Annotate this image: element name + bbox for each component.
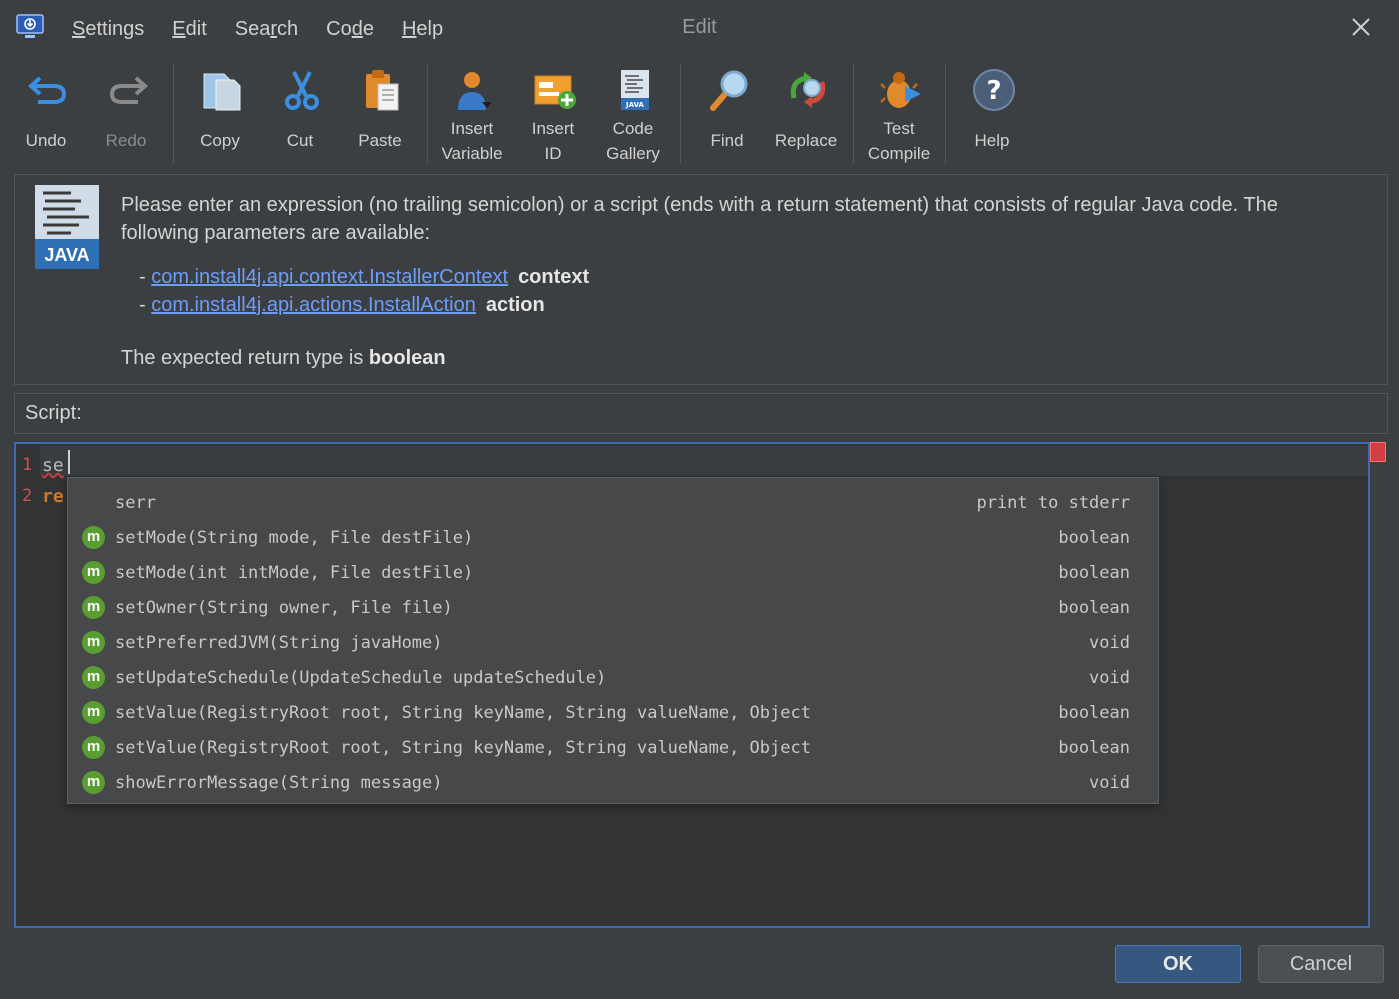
menu-edit[interactable]: Edit [172, 16, 206, 42]
method-icon: m [82, 736, 105, 759]
find-button[interactable]: Find [687, 62, 767, 170]
menu-settings[interactable]: Settings [72, 16, 144, 42]
code-text[interactable]: se re [42, 450, 64, 512]
insert-id-button[interactable]: Insert ID [513, 62, 593, 170]
line-number-gutter: 1 2 [22, 455, 33, 506]
action-type-link[interactable]: com.install4j.api.actions.InstallAction [151, 294, 476, 316]
completion-item[interactable]: m setMode(int intMode, File destFile) bo… [68, 556, 1158, 591]
completion-item[interactable]: m setUpdateSchedule(UpdateSchedule updat… [68, 661, 1158, 696]
menu-code[interactable]: Code [326, 16, 374, 42]
toolbar-separator [945, 64, 946, 164]
menu-bar: Settings Edit Search Code Help [72, 16, 471, 42]
user-variable-icon [458, 72, 492, 110]
code-completion-popup[interactable]: serr print to stderr m setMode(String mo… [67, 477, 1159, 804]
cut-button[interactable]: Cut [260, 62, 340, 170]
test-compile-button[interactable]: Test Compile [859, 62, 939, 170]
scissors-icon [285, 71, 319, 110]
parameter-action: - com.install4j.api.actions.InstallActio… [139, 294, 545, 316]
toolbar-separator [853, 64, 854, 164]
completion-item[interactable]: m setPreferredJVM(String javaHome) void [68, 626, 1158, 661]
text-caret [68, 450, 70, 474]
method-icon: m [82, 526, 105, 549]
code-gallery-button[interactable]: JAVA Code Gallery [593, 62, 673, 170]
bug-icon [880, 72, 921, 108]
magnifier-icon [710, 70, 748, 111]
undo-icon [27, 76, 67, 104]
completion-item[interactable]: m setMode(String mode, File destFile) bo… [68, 521, 1158, 556]
paste-button[interactable]: Paste [340, 62, 420, 170]
toolbar-separator [173, 64, 174, 164]
java-logo-icon: JAVA [35, 185, 99, 269]
instructions-text: Please enter an expression (no trailing … [121, 194, 1278, 244]
context-type-link[interactable]: com.install4j.api.context.InstallerConte… [151, 266, 508, 288]
replace-icon [790, 72, 826, 108]
code-line-2[interactable]: re [42, 486, 64, 507]
method-icon: m [82, 771, 105, 794]
completion-item[interactable]: m setValue(RegistryRoot root, String key… [68, 731, 1158, 766]
menu-help[interactable]: Help [402, 16, 443, 42]
redo-icon [109, 76, 149, 104]
current-line-highlight [40, 446, 1368, 476]
help-icon: ? [973, 69, 1015, 111]
parameters-list: - com.install4j.api.context.InstallerCon… [139, 263, 589, 319]
parameter-context: - com.install4j.api.context.InstallerCon… [139, 266, 590, 288]
insert-id-icon [534, 75, 576, 109]
code-line-1[interactable]: se [42, 455, 64, 476]
completion-item[interactable]: serr print to stderr [68, 486, 1158, 521]
script-label-bar: Script: [14, 393, 1388, 434]
title-bar: Settings Edit Search Code Help Edit [0, 0, 1399, 56]
script-label: Script: [25, 402, 82, 424]
completion-item[interactable]: m setOwner(String owner, File file) bool… [68, 591, 1158, 626]
insert-variable-button[interactable]: Insert Variable [432, 62, 512, 170]
redo-button[interactable]: Redo [86, 62, 166, 170]
toolbar-separator [680, 64, 681, 164]
java-file-icon: JAVA [621, 70, 649, 110]
undo-button[interactable]: Undo [6, 62, 86, 170]
menu-search[interactable]: Search [235, 16, 298, 42]
error-marker[interactable] [1370, 442, 1386, 462]
method-icon: m [82, 701, 105, 724]
help-button[interactable]: ? Help [952, 62, 1032, 170]
svg-text:JAVA: JAVA [625, 101, 644, 109]
ok-button[interactable]: OK [1115, 945, 1241, 983]
copy-icon [203, 73, 241, 111]
method-icon: m [82, 561, 105, 584]
replace-button[interactable]: Replace [766, 62, 846, 170]
completion-item[interactable]: m showErrorMessage(String message) void [68, 766, 1158, 801]
info-panel: JAVA Please enter an expression (no trai… [14, 174, 1388, 385]
svg-text:?: ? [986, 76, 1001, 106]
completion-item[interactable]: m setValue(RegistryRoot root, String key… [68, 696, 1158, 731]
cancel-button[interactable]: Cancel [1258, 945, 1384, 983]
toolbar-separator [427, 64, 428, 164]
toolbar: Undo Redo Copy Cut Paste Insert Variable… [0, 58, 1399, 170]
copy-button[interactable]: Copy [180, 62, 260, 170]
clipboard-icon [366, 70, 399, 111]
method-icon: m [82, 631, 105, 654]
return-type-text: The expected return type is boolean [121, 347, 446, 369]
svg-text:JAVA: JAVA [44, 245, 89, 265]
method-icon: m [82, 596, 105, 619]
app-monitor-icon [16, 14, 44, 38]
close-icon[interactable] [1346, 12, 1376, 42]
method-icon: m [82, 666, 105, 689]
